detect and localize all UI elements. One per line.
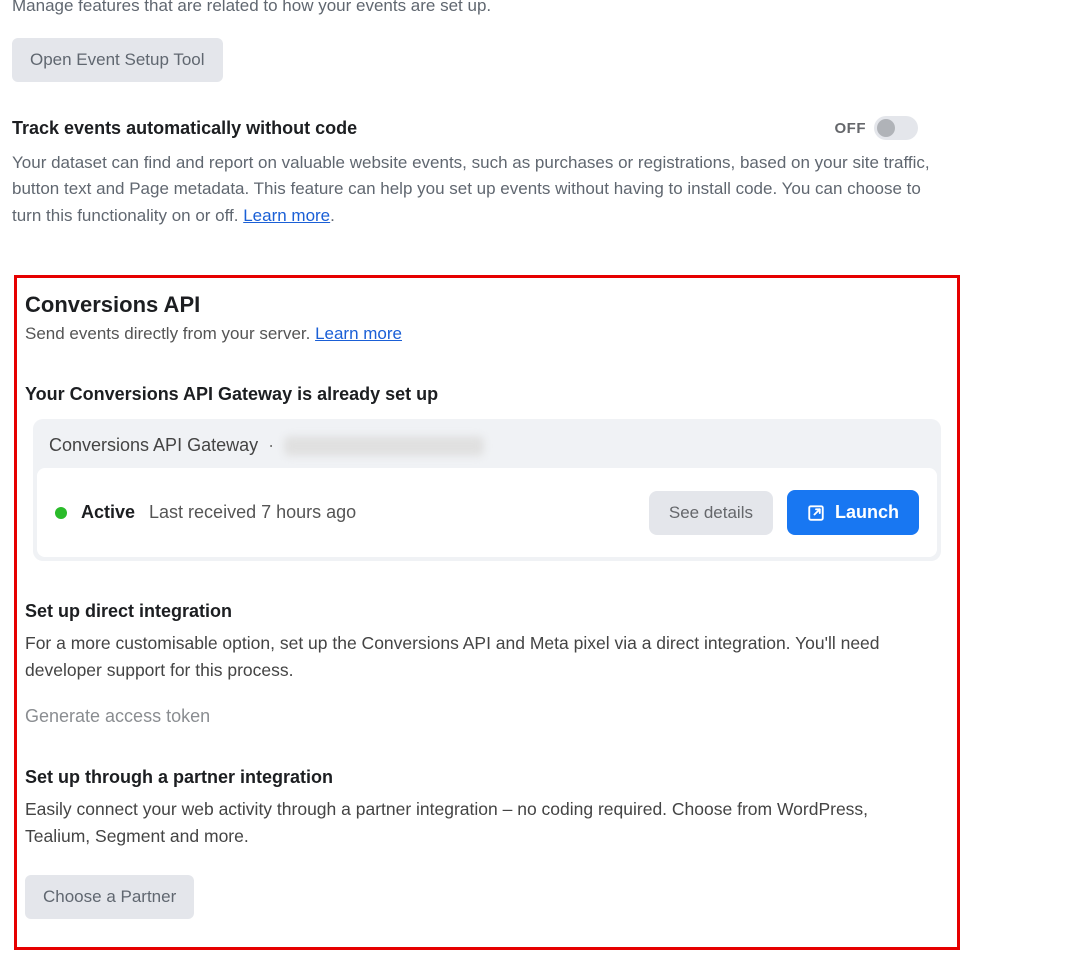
- choose-partner-button[interactable]: Choose a Partner: [25, 875, 194, 919]
- gateway-domain-redacted: [284, 436, 484, 456]
- gateway-setup-heading: Your Conversions API Gateway is already …: [25, 384, 949, 405]
- track-events-description: Your dataset can find and report on valu…: [12, 150, 932, 229]
- external-link-icon: [807, 504, 825, 522]
- status-detail: Last received 7 hours ago: [149, 502, 356, 523]
- track-events-learn-more-link[interactable]: Learn more: [243, 206, 330, 225]
- generate-access-token-link[interactable]: Generate access token: [25, 706, 949, 727]
- launch-button[interactable]: Launch: [787, 490, 919, 535]
- partner-integration-title: Set up through a partner integration: [25, 767, 949, 788]
- gateway-card: Conversions API Gateway · Active Last re…: [33, 419, 941, 561]
- toggle-knob: [877, 119, 895, 137]
- direct-integration-title: Set up direct integration: [25, 601, 949, 622]
- partner-integration-description: Easily connect your web activity through…: [25, 796, 930, 850]
- launch-button-label: Launch: [835, 502, 899, 523]
- conversions-api-learn-more-link[interactable]: Learn more: [315, 324, 402, 343]
- conversions-api-highlighted-box: Conversions API Send events directly fro…: [14, 275, 960, 950]
- track-events-description-text: Your dataset can find and report on valu…: [12, 153, 930, 225]
- conversions-api-subtitle: Send events directly from your server. L…: [25, 324, 949, 344]
- separator-dot: ·: [268, 435, 274, 456]
- direct-integration-description: For a more customisable option, set up t…: [25, 630, 930, 684]
- track-events-toggle[interactable]: [874, 116, 918, 140]
- see-details-button[interactable]: See details: [649, 491, 773, 535]
- gateway-card-title: Conversions API Gateway: [49, 435, 258, 456]
- conversions-api-subtitle-text: Send events directly from your server.: [25, 324, 315, 343]
- toggle-state-label: OFF: [835, 120, 867, 137]
- status-label: Active: [81, 502, 135, 523]
- conversions-api-title: Conversions API: [25, 292, 949, 318]
- manage-features-intro: Manage features that are related to how …: [12, 0, 1068, 16]
- track-events-title: Track events automatically without code: [12, 118, 357, 139]
- open-event-setup-tool-button[interactable]: Open Event Setup Tool: [12, 38, 223, 82]
- status-active-icon: [55, 507, 67, 519]
